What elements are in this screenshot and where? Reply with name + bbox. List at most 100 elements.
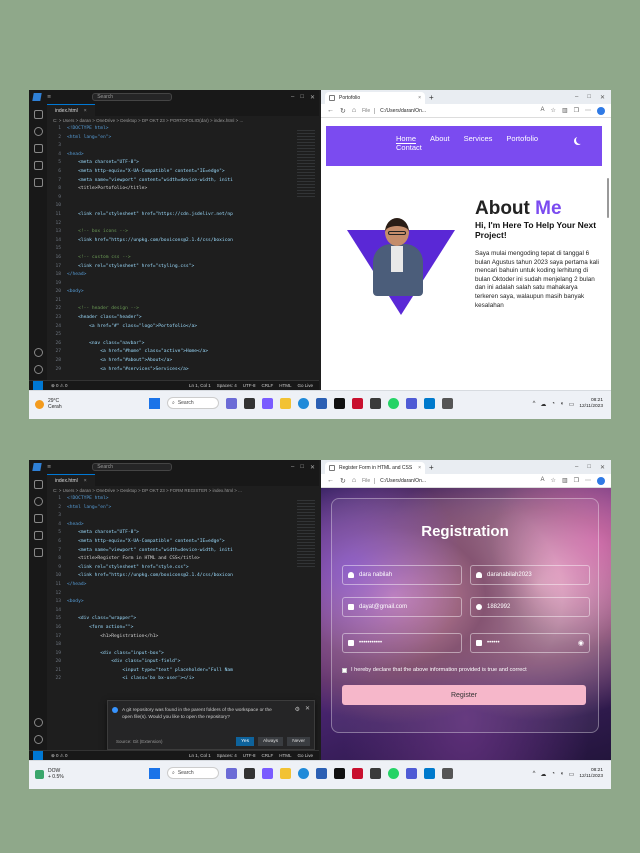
dark-mode-icon[interactable] [576, 136, 584, 144]
app-icon[interactable] [334, 767, 345, 779]
vscode-taskbar-icon[interactable] [424, 767, 435, 779]
command-search-input[interactable]: Search [92, 463, 173, 471]
code-line[interactable]: 15 [47, 245, 319, 254]
confirm-password-field[interactable]: •••••• ◉ [470, 633, 590, 653]
extensions-icon[interactable] [33, 178, 43, 187]
always-button[interactable]: Always [258, 737, 284, 746]
code-line[interactable]: 18 </head> [47, 271, 319, 280]
tab-index-html[interactable]: index.html × [47, 474, 95, 486]
terms-checkbox[interactable] [342, 667, 347, 673]
battery-icon[interactable]: ▭ [569, 401, 575, 408]
code-line[interactable]: 17 <h1>Registration</h1> [47, 633, 319, 642]
code-line[interactable]: 3 [47, 142, 319, 151]
code-line[interactable]: 12 [47, 220, 319, 229]
file-explorer-icon[interactable] [280, 397, 291, 409]
indentation[interactable]: Spaces: 4 [217, 753, 237, 758]
store-icon[interactable] [316, 397, 327, 409]
code-line[interactable]: 11 <link rel="stylesheet" href="https://… [47, 211, 319, 220]
favorite-icon[interactable]: ☆ [551, 107, 556, 115]
go-live-button[interactable]: Go Live [297, 753, 313, 758]
taskbar-search[interactable]: ⌕ Search [167, 397, 219, 409]
code-line[interactable]: 4 <head> [47, 151, 319, 160]
home-icon[interactable]: ⌂ [352, 107, 356, 114]
register-button[interactable]: Register [342, 685, 586, 705]
maximize-icon[interactable]: □ [587, 94, 591, 101]
scrollbar[interactable] [607, 178, 609, 218]
explorer-icon[interactable] [33, 110, 43, 119]
volume-icon[interactable]: ◖ [560, 401, 564, 407]
nav-contact[interactable]: Contact [396, 143, 422, 152]
code-line[interactable]: 23 <header class="header"> [47, 314, 319, 323]
minimap[interactable] [297, 498, 315, 568]
maximize-icon[interactable]: □ [300, 464, 304, 471]
code-line[interactable]: 15 <div class="wrapper"> [47, 615, 319, 624]
go-live-button[interactable]: Go Live [297, 383, 313, 388]
teams-chat-icon[interactable] [262, 397, 273, 409]
edge-icon[interactable] [298, 397, 309, 409]
close-icon[interactable]: ✕ [600, 94, 605, 101]
code-line[interactable]: 26 <nav class="navbar"> [47, 340, 319, 349]
code-line[interactable]: 9 [47, 194, 319, 203]
problems-count[interactable]: ⊗ 0 ⚠ 0 [51, 383, 68, 389]
more-icon[interactable]: ⋯ [585, 107, 591, 115]
code-line[interactable]: 2 <html lang="en"> [47, 134, 319, 143]
language-mode[interactable]: HTML [279, 383, 291, 388]
close-icon[interactable]: ✕ [310, 94, 315, 101]
refresh-icon[interactable]: ↻ [340, 107, 346, 115]
maximize-icon[interactable]: □ [300, 94, 304, 101]
remote-icon[interactable] [33, 380, 43, 391]
widgets-app-icon[interactable] [226, 767, 237, 779]
code-line[interactable]: 21 <input type="text" placeholder="Full … [47, 667, 319, 676]
problems-count[interactable]: ⊗ 0 ⚠ 0 [51, 753, 68, 759]
mcafee-icon[interactable] [352, 397, 363, 409]
code-line[interactable]: 8 <title>Portofolio</title> [47, 185, 319, 194]
code-editor[interactable]: 1 <!DOCTYPE html> 2 <html lang="en"> 3 4 <head… [47, 125, 319, 374]
code-line[interactable]: 14 [47, 607, 319, 616]
code-line[interactable]: 1 <!DOCTYPE html> [47, 495, 319, 504]
minimize-icon[interactable]: – [291, 94, 294, 101]
weather-widget[interactable]: 29°C Cerah [35, 398, 62, 410]
code-line[interactable]: 6 <meta http-equiv="X-UA-Compatible" con… [47, 538, 319, 547]
whatsapp-icon[interactable] [388, 397, 399, 409]
code-line[interactable]: 28 <a href="#about">About</a> [47, 357, 319, 366]
back-icon[interactable]: ← [327, 477, 334, 484]
language-mode[interactable]: HTML [279, 753, 291, 758]
phone-field[interactable]: 1882992 [470, 597, 590, 617]
minimize-icon[interactable]: – [575, 94, 578, 101]
chevron-up-icon[interactable]: ^ [533, 771, 536, 777]
discord-icon[interactable] [406, 397, 417, 409]
code-line[interactable]: 18 [47, 641, 319, 650]
never-button[interactable]: Never [287, 737, 310, 746]
code-line[interactable]: 22 <!-- header design --> [47, 305, 319, 314]
minimap[interactable] [297, 128, 315, 198]
code-line[interactable]: 5 <meta charset="UTF-8"> [47, 529, 319, 538]
tab-index-html[interactable]: index.html × [47, 104, 95, 116]
code-line[interactable]: 16 <form action=""> [47, 624, 319, 633]
code-line[interactable]: 8 <title>Register Form in HTML and CSS</… [47, 555, 319, 564]
read-aloud-icon[interactable]: A [541, 477, 545, 485]
code-line[interactable]: 12 [47, 590, 319, 599]
code-line[interactable]: 21 [47, 297, 319, 306]
cursor-position[interactable]: Ln 1, Col 1 [189, 383, 211, 388]
encoding[interactable]: UTF-8 [243, 753, 256, 758]
market-widget[interactable]: DOW + 0.5% [35, 768, 64, 780]
code-line[interactable]: 13 <body> [47, 598, 319, 607]
nav-about[interactable]: About [430, 134, 450, 144]
store-icon[interactable] [316, 767, 327, 779]
yes-button[interactable]: Yes [236, 737, 254, 746]
line-ending[interactable]: CRLF [261, 383, 273, 388]
code-line[interactable]: 20 <div class="input-field"> [47, 658, 319, 667]
address-bar[interactable]: File C:/Users/daran/On... [362, 107, 482, 114]
code-line[interactable]: 27 <a href="#home" class="active">Home</… [47, 348, 319, 357]
mcafee-icon[interactable] [352, 767, 363, 779]
close-icon[interactable]: ✕ [305, 705, 310, 712]
remote-icon[interactable] [33, 750, 43, 761]
breadcrumb[interactable]: C: > Users > daran > OneDrive > Desktop … [47, 486, 319, 495]
more-icon[interactable]: ⋯ [585, 477, 591, 485]
account-icon[interactable] [33, 718, 43, 727]
task-view-icon[interactable] [244, 397, 255, 409]
gear-icon[interactable]: ⚙ [295, 706, 300, 713]
search-icon[interactable] [33, 127, 43, 136]
menu-icon[interactable]: ≡ [47, 464, 51, 470]
code-line[interactable]: 1 <!DOCTYPE html> [47, 125, 319, 134]
